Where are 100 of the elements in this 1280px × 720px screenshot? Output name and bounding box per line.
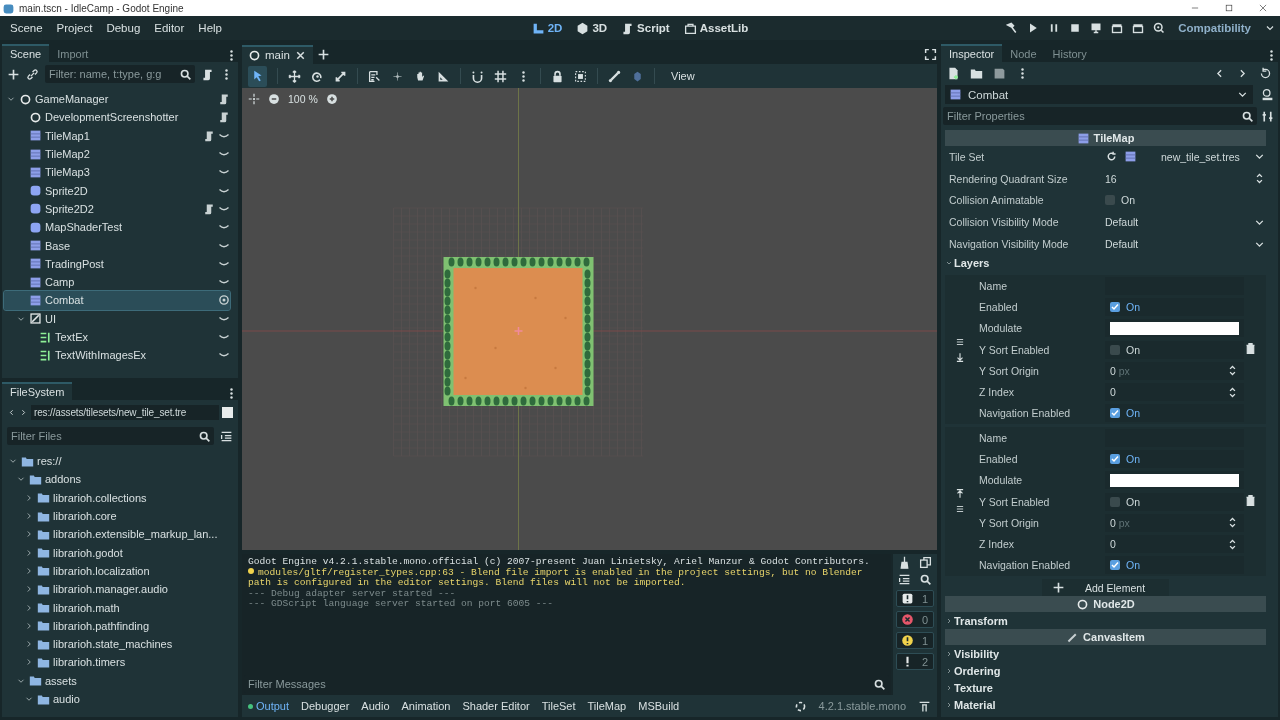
checkbox[interactable]: [1110, 560, 1120, 571]
maximize-icon[interactable]: [1224, 3, 1234, 13]
tree-item[interactable]: MapShaderTest: [4, 218, 230, 237]
folder-item[interactable]: librarioh.state_machines: [4, 634, 230, 654]
script-icon[interactable]: [218, 111, 230, 124]
pin-icon[interactable]: [918, 699, 931, 713]
rotate-icon[interactable]: [311, 69, 324, 83]
menu-item[interactable]: Debug: [100, 19, 147, 37]
checkbox-label[interactable]: On: [1121, 194, 1135, 207]
add-element-button[interactable]: Add Element: [1041, 579, 1170, 597]
filter-toggle[interactable]: 2: [896, 653, 934, 670]
dock-tab[interactable]: Scene: [2, 44, 50, 62]
dropdown[interactable]: Default: [1105, 238, 1247, 251]
folder-item[interactable]: librarioh.collections: [4, 488, 230, 507]
link-icon[interactable]: [26, 67, 39, 81]
save-icon[interactable]: [993, 66, 1006, 80]
color-swatch[interactable]: [1110, 321, 1239, 335]
clapperboard-icon[interactable]: [1132, 22, 1145, 34]
tree-item[interactable]: TextEx: [4, 327, 230, 347]
folder-icon[interactable]: [970, 66, 983, 80]
dock-tab[interactable]: FileSystem: [2, 382, 73, 400]
panel-tab[interactable]: TileSet: [541, 700, 576, 712]
clear-icon[interactable]: [898, 556, 911, 569]
tree-item[interactable]: Combat: [4, 291, 230, 310]
dock-tab[interactable]: Import: [49, 46, 97, 62]
plus-icon[interactable]: [7, 67, 20, 81]
number-field[interactable]: 16: [1105, 172, 1247, 185]
plus-icon[interactable]: [316, 47, 330, 61]
square-icon[interactable]: [222, 406, 233, 418]
stop-icon[interactable]: [1069, 22, 1082, 34]
property-group[interactable]: Texture: [945, 679, 1266, 697]
tile-icon[interactable]: [1124, 150, 1137, 164]
folder-item[interactable]: res://: [4, 452, 230, 471]
workspace-tab[interactable]: Script: [617, 18, 674, 38]
panel-tab[interactable]: Output: [248, 700, 290, 712]
checkbox-label[interactable]: On: [1126, 559, 1140, 572]
visibility-icon[interactable]: [218, 294, 230, 307]
dock-tab[interactable]: Inspector: [941, 44, 1003, 62]
script-icon[interactable]: [218, 93, 230, 106]
caret-icon[interactable]: [945, 616, 953, 625]
property-group[interactable]: Layers: [945, 255, 1266, 272]
pivot-icon[interactable]: [391, 69, 404, 83]
filter-field[interactable]: Filter Files: [7, 427, 214, 445]
checkbox[interactable]: [1110, 454, 1120, 464]
trash-icon[interactable]: [1244, 494, 1257, 508]
center-view-icon[interactable]: [248, 93, 260, 105]
group-icon[interactable]: [574, 69, 587, 83]
view-menu[interactable]: View: [665, 68, 701, 84]
checkbox-label[interactable]: On: [1126, 453, 1140, 465]
checkbox[interactable]: [1105, 195, 1115, 206]
caret-icon[interactable]: [945, 666, 953, 675]
document-tab[interactable]: main: [242, 44, 313, 64]
property-group[interactable]: Material: [945, 696, 1266, 714]
panel-tab[interactable]: Shader Editor: [462, 700, 530, 712]
dock-tab[interactable]: History: [1044, 46, 1095, 62]
ruler-icon[interactable]: [437, 69, 450, 83]
tree-item[interactable]: TileMap2: [4, 144, 230, 164]
script-icon[interactable]: [203, 129, 215, 142]
new-resource-icon[interactable]: [947, 66, 960, 80]
tree-item[interactable]: TileMap1: [4, 126, 230, 145]
workspace-tab[interactable]: 3D: [572, 18, 612, 38]
tree-item[interactable]: TileMap3: [4, 163, 230, 182]
filter-field[interactable]: Filter Properties: [943, 107, 1257, 125]
zoom-in-icon[interactable]: [325, 93, 338, 105]
clapperboard-icon[interactable]: [1111, 22, 1124, 34]
checkbox[interactable]: [1110, 344, 1120, 355]
checkbox[interactable]: [1110, 301, 1120, 312]
search-icon[interactable]: [919, 573, 932, 586]
select-icon[interactable]: [251, 68, 264, 82]
drag-handle-icon[interactable]: [955, 504, 965, 515]
list-select-icon[interactable]: [368, 69, 381, 83]
move-down-icon[interactable]: [955, 352, 965, 362]
bone-icon[interactable]: [608, 69, 621, 83]
workspace-tab[interactable]: 2D: [527, 18, 567, 38]
filter-toggle[interactable]: 1: [896, 590, 934, 607]
checkbox-label[interactable]: On: [1126, 407, 1140, 420]
color-swatch[interactable]: [1110, 473, 1239, 487]
caret-icon[interactable]: [945, 700, 953, 709]
tree-item[interactable]: DevelopmentScreenshotter: [4, 108, 230, 127]
tree-item[interactable]: Sprite2D2: [4, 199, 230, 219]
copy-icon[interactable]: [919, 556, 932, 569]
filter-toggle[interactable]: 1: [896, 632, 934, 649]
folder-item[interactable]: audio: [4, 689, 230, 709]
workspace-tab[interactable]: AssetLib: [679, 18, 753, 38]
collapse-icon[interactable]: [898, 573, 911, 586]
property-group[interactable]: Ordering: [945, 662, 1266, 680]
resource-picker[interactable]: new_tile_set.tres: [1143, 150, 1247, 163]
panel-tab[interactable]: Audio: [361, 700, 390, 712]
checkbox-label[interactable]: On: [1126, 300, 1140, 313]
tree-item[interactable]: Sprite2D: [4, 181, 230, 200]
zoom-level[interactable]: 100 %: [288, 93, 318, 105]
folder-item[interactable]: librarioh.math: [4, 598, 230, 617]
scale-icon[interactable]: [334, 69, 347, 83]
hand-icon[interactable]: [414, 69, 427, 83]
tree-item[interactable]: Base: [4, 236, 230, 255]
move-up-icon[interactable]: [955, 489, 965, 500]
checkbox[interactable]: [1110, 408, 1120, 419]
tree-item[interactable]: UI: [4, 309, 230, 328]
menu-item[interactable]: Help: [192, 19, 228, 37]
folder-item[interactable]: librarioh.pathfinding: [4, 616, 230, 635]
